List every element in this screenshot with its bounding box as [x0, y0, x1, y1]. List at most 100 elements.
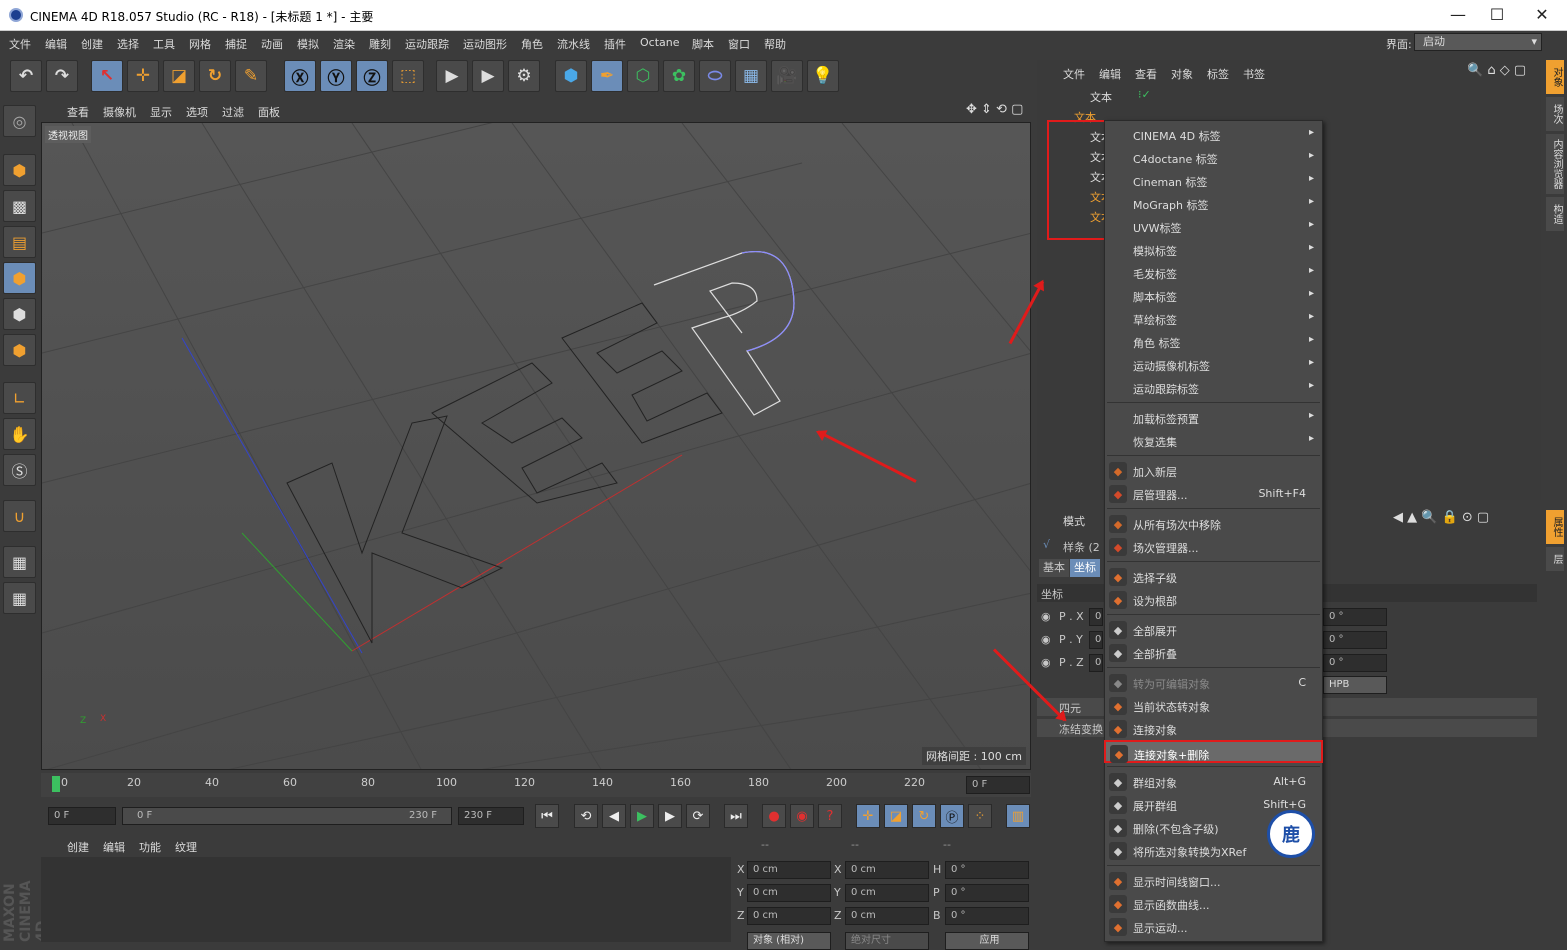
context-menu-item[interactable]: ◆ 层管理器... Shift+F4 [1105, 482, 1322, 505]
context-menu-item[interactable]: UVW标签 ▸ [1105, 215, 1322, 238]
object-row[interactable]: 文本 ⁝✓ [1042, 86, 1540, 106]
menu-window[interactable]: 窗口 [728, 36, 750, 52]
pen-spline-icon[interactable]: ✒ [591, 60, 623, 92]
scale-icon[interactable]: ◪ [163, 60, 195, 92]
menu-snap[interactable]: 捕捉 [225, 36, 247, 52]
record-icon[interactable]: ● [762, 804, 786, 828]
size-y-field[interactable]: 0 cm [845, 884, 929, 902]
next-key-icon[interactable]: ⟳ [686, 804, 710, 828]
make-editable-icon[interactable]: ◎ [3, 105, 36, 137]
radio-icon[interactable]: ◉ [1041, 656, 1051, 669]
context-menu-item[interactable]: ◆ 显示时间线窗口... [1105, 869, 1322, 892]
workplane-icon[interactable]: ▤ [3, 226, 36, 258]
prev-key-icon[interactable]: ⟲ [574, 804, 598, 828]
key-pla-icon[interactable]: ⁘ [968, 804, 992, 828]
frame-range-slider[interactable]: 0 F 230 F [122, 807, 452, 825]
next-frame-icon[interactable]: ▶ [658, 804, 682, 828]
maximize-button[interactable]: ☐ [1486, 4, 1508, 26]
context-menu-item[interactable]: 模拟标签 ▸ [1105, 238, 1322, 261]
material-menu-function[interactable]: 功能 [139, 839, 161, 855]
close-button[interactable]: ✕ [1531, 4, 1553, 26]
timeline-ruler[interactable]: 0 20 40 60 80 100 120 140 160 180 200 22… [41, 773, 1031, 797]
play-icon[interactable]: ▶ [630, 804, 654, 828]
tab-objects[interactable]: 对象 [1546, 60, 1564, 94]
tweak-mode-icon[interactable]: ✋ [3, 418, 36, 450]
menu-mograph[interactable]: 运动图形 [463, 36, 507, 52]
points-mode-icon[interactable]: ⬢ [3, 262, 36, 294]
key-position-icon[interactable]: ✛ [856, 804, 880, 828]
object-menu-objects[interactable]: 对象 [1171, 66, 1193, 82]
model-mode-icon[interactable]: ⬢ [3, 154, 36, 186]
subdivision-icon[interactable]: ⬡ [627, 60, 659, 92]
context-menu-item[interactable]: ◆ 连接对象 [1105, 717, 1322, 740]
edges-mode-icon[interactable]: ⬢ [3, 298, 36, 330]
apply-button[interactable]: 应用 [945, 932, 1029, 950]
menu-octane[interactable]: Octane [640, 36, 680, 49]
keyframe-selection-icon[interactable]: ? [818, 804, 842, 828]
menu-character[interactable]: 角色 [521, 36, 543, 52]
context-menu-item[interactable]: ◆ 当前状态转对象 [1105, 694, 1322, 717]
menu-file[interactable]: 文件 [9, 36, 31, 52]
end-frame-field[interactable]: 230 F [458, 807, 524, 825]
lock-workplane-icon[interactable]: ▦ [3, 546, 36, 578]
rotation-p-field[interactable]: 0 ° [945, 884, 1029, 902]
recent-tools-icon[interactable]: ✎ [235, 60, 267, 92]
size-z-field[interactable]: 0 cm [845, 907, 929, 925]
perspective-viewport[interactable]: Z X 透视视图 网格间距 : 100 cm [41, 122, 1031, 770]
position-x-value[interactable]: 0 [1089, 608, 1103, 626]
material-area[interactable] [41, 857, 731, 942]
goto-start-icon[interactable]: ⏮ [535, 804, 559, 828]
position-z-value[interactable]: 0 [1089, 654, 1103, 672]
menu-motion-tracker[interactable]: 运动跟踪 [405, 36, 449, 52]
context-menu-item[interactable]: MoGraph 标签 ▸ [1105, 192, 1322, 215]
material-menu-texture[interactable]: 纹理 [175, 839, 197, 855]
timeline-window-icon[interactable]: ▥ [1006, 804, 1030, 828]
coordinate-system-icon[interactable]: ⬚ [392, 60, 424, 92]
radio-icon[interactable]: ◉ [1041, 633, 1051, 646]
attribute-menu-mode[interactable]: 模式 [1063, 513, 1085, 529]
context-menu-item[interactable]: ◆ 全部折叠 [1105, 641, 1322, 664]
size-mode-select[interactable]: 绝对尺寸 [845, 932, 929, 950]
tab-content-browser[interactable]: 内容浏览器 [1546, 134, 1564, 194]
material-menu-create[interactable]: 创建 [67, 839, 89, 855]
radio-icon[interactable]: ◉ [1041, 610, 1051, 623]
playhead[interactable] [52, 776, 60, 792]
size-x-field[interactable]: 0 cm [845, 861, 929, 879]
redo-icon[interactable]: ↷ [46, 60, 78, 92]
context-menu-item[interactable]: ◆ 连接对象+删除 [1104, 740, 1323, 763]
layout-select[interactable]: 启动 ▾ [1414, 33, 1542, 51]
viewport-nav-icon[interactable]: ✥ ⇕ ⟲ ▢ [966, 102, 1023, 117]
object-nav-icon[interactable]: 🔍 ⌂ ◇ ▢ [1467, 63, 1526, 78]
context-menu-item[interactable]: CINEMA 4D 标签 ▸ [1105, 123, 1322, 146]
undo-icon[interactable]: ↶ [10, 60, 42, 92]
light-icon[interactable]: 💡 [807, 60, 839, 92]
context-menu-item[interactable]: ◆ 转为可编辑对象 C [1105, 671, 1322, 694]
object-menu-view[interactable]: 查看 [1135, 66, 1157, 82]
material-menu-edit[interactable]: 编辑 [103, 839, 125, 855]
tab-basic[interactable]: 基本 [1039, 559, 1069, 577]
menu-tools[interactable]: 工具 [153, 36, 175, 52]
y-axis-lock-icon[interactable]: Ⓨ [320, 60, 352, 92]
context-menu-item[interactable]: ◆ 加入新层 [1105, 459, 1322, 482]
floor-icon[interactable]: ▦ [735, 60, 767, 92]
x-axis-lock-icon[interactable]: Ⓧ [284, 60, 316, 92]
menu-pipeline[interactable]: 流水线 [557, 36, 590, 52]
current-frame-field[interactable]: 0 F [966, 776, 1030, 794]
context-menu-item[interactable]: ◆ 场次管理器... [1105, 535, 1322, 558]
autokey-icon[interactable]: ◉ [790, 804, 814, 828]
move-icon[interactable]: ✛ [127, 60, 159, 92]
rotation-h-field[interactable]: 0 ° [945, 861, 1029, 879]
live-select-icon[interactable]: ↖ [91, 60, 123, 92]
polygons-mode-icon[interactable]: ⬢ [3, 334, 36, 366]
menu-help[interactable]: 帮助 [764, 36, 786, 52]
tab-takes[interactable]: 场次 [1546, 97, 1564, 131]
object-menu-file[interactable]: 文件 [1063, 66, 1085, 82]
goto-end-icon[interactable]: ⏭ [724, 804, 748, 828]
menu-animate[interactable]: 动画 [261, 36, 283, 52]
minimize-button[interactable]: — [1447, 4, 1469, 26]
context-menu-item[interactable]: 运动跟踪标签 ▸ [1105, 376, 1322, 399]
context-menu-item[interactable]: ◆ 群组对象 Alt+G [1105, 770, 1322, 793]
viewport-menu-view[interactable]: 查看 [67, 104, 89, 120]
context-menu-item[interactable]: ◆ 选择子级 [1105, 565, 1322, 588]
menu-plugins[interactable]: 插件 [604, 36, 626, 52]
